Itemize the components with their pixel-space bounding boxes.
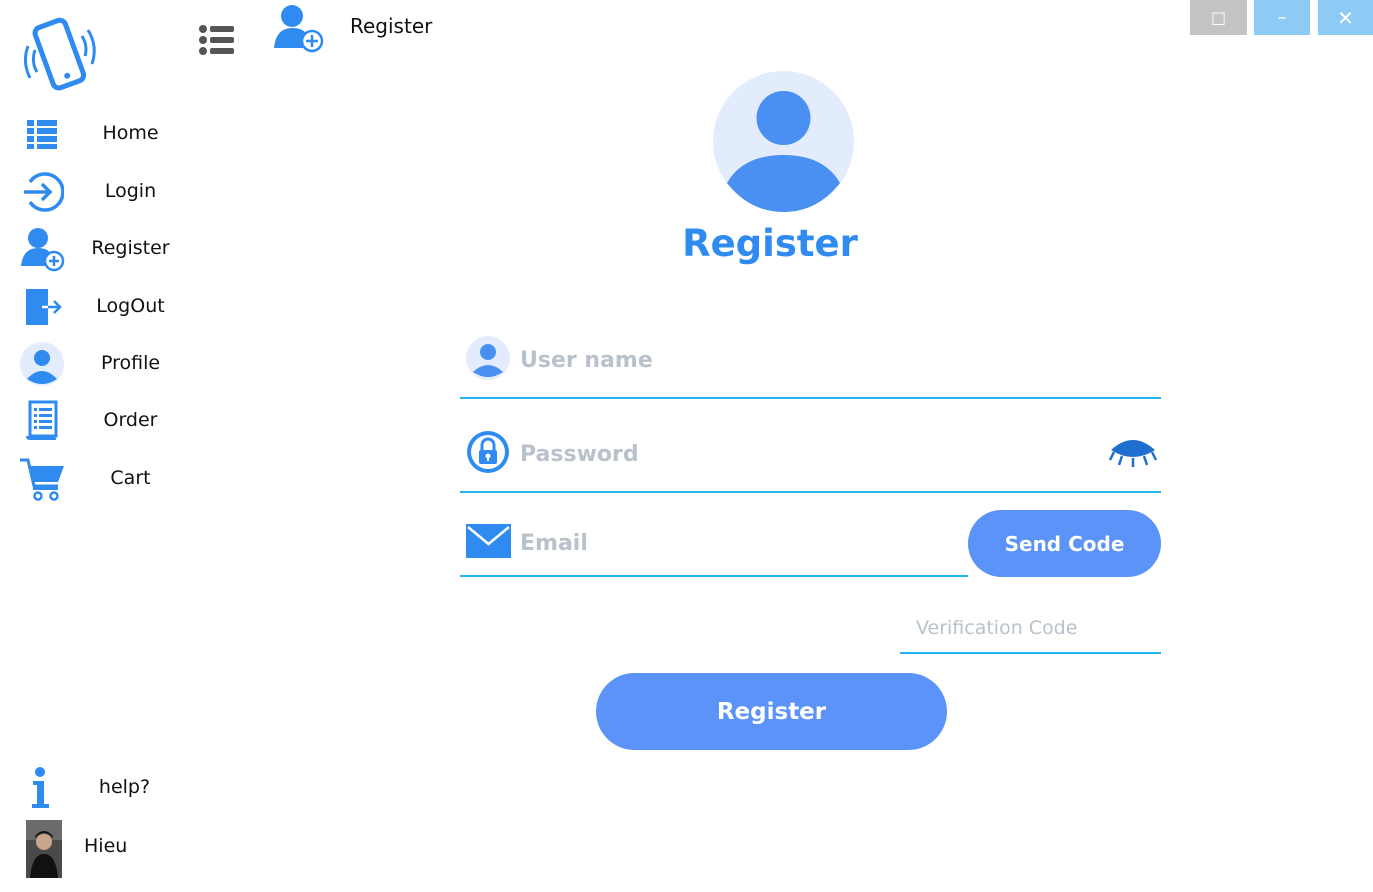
- verification-underline: [900, 652, 1161, 654]
- sidebar-item-login[interactable]: Login: [18, 168, 208, 216]
- sidebar-item-label: Login: [104, 180, 157, 202]
- minimize-icon: –: [1277, 7, 1287, 28]
- username-underline: [460, 397, 1161, 399]
- email-input[interactable]: [518, 523, 962, 563]
- sidebar-item-label: Register: [91, 237, 170, 259]
- sidebar-item-label: LogOut: [96, 295, 165, 317]
- profile-icon: [18, 340, 66, 388]
- close-icon: ✕: [1337, 5, 1354, 30]
- top-add-user-icon: [270, 2, 326, 54]
- order-document-icon: [18, 397, 66, 445]
- login-arrow-icon: [18, 168, 66, 216]
- sidebar-item-label: Order: [103, 409, 158, 431]
- eye-closed-icon[interactable]: [1108, 434, 1158, 470]
- form-title: Register: [682, 222, 858, 265]
- app-logo-phone-icon: [18, 14, 102, 98]
- user-avatar[interactable]: [26, 820, 62, 878]
- sidebar-item-label: Cart: [110, 467, 151, 489]
- sidebar-item-label: Profile: [100, 352, 161, 374]
- cart-icon: [18, 455, 66, 503]
- email-underline: [460, 575, 968, 577]
- register-avatar-icon: [713, 71, 854, 212]
- maximize-icon: □: [1210, 8, 1227, 27]
- sidebar-item-home[interactable]: Home: [18, 110, 208, 158]
- info-icon: [16, 764, 64, 812]
- send-code-button[interactable]: Send Code: [968, 510, 1161, 577]
- logout-icon: [18, 283, 66, 331]
- email-icon: [466, 524, 511, 558]
- user-field-icon: [466, 336, 510, 380]
- register-submit-button[interactable]: Register: [596, 673, 947, 750]
- sidebar-item-order[interactable]: Order: [18, 397, 208, 445]
- password-underline: [460, 491, 1161, 493]
- lock-icon: [466, 430, 510, 474]
- username-input[interactable]: [518, 340, 1152, 380]
- menu-toggle-button[interactable]: [196, 22, 238, 58]
- maximize-button[interactable]: □: [1190, 0, 1247, 35]
- page-title: Register: [350, 14, 433, 38]
- close-button[interactable]: ✕: [1318, 0, 1373, 35]
- password-input[interactable]: [518, 434, 1102, 474]
- menu-list-icon: [199, 25, 234, 55]
- sidebar-item-logout[interactable]: LogOut: [18, 283, 208, 331]
- add-user-icon: [18, 225, 66, 273]
- sidebar-item-label: Home: [102, 122, 159, 144]
- user-name: Hieu: [84, 835, 128, 857]
- help-label: help?: [98, 776, 151, 798]
- sidebar-item-register[interactable]: Register: [18, 225, 208, 273]
- minimize-button[interactable]: –: [1254, 0, 1310, 35]
- verification-code-input[interactable]: [914, 610, 1158, 646]
- sidebar-item-help[interactable]: help?: [16, 764, 206, 812]
- sidebar-item-profile[interactable]: Profile: [18, 340, 208, 388]
- sidebar-item-cart[interactable]: Cart: [18, 455, 208, 503]
- list-icon: [18, 110, 66, 158]
